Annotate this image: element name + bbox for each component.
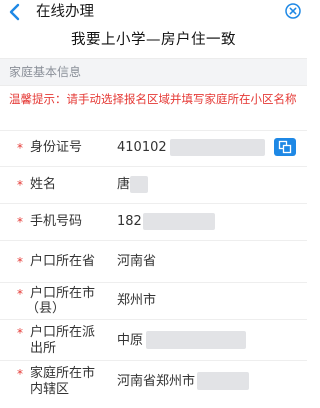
- home-district-value[interactable]: 河南省郑州市: [117, 374, 195, 389]
- copy-icon: [278, 140, 292, 154]
- form-row-hukou-city[interactable]: * 户口所在市 （县） 郑州市: [0, 283, 307, 319]
- close-circle-icon[interactable]: [285, 3, 301, 19]
- required-mark: *: [17, 178, 23, 192]
- chevron-left-icon[interactable]: [7, 3, 23, 21]
- home-district-label-line1: 家庭所在市: [30, 366, 96, 381]
- redacted-area: [143, 213, 215, 230]
- hukou-province-label: 户口所在省: [30, 254, 96, 269]
- hukou-province-value[interactable]: 河南省: [117, 254, 156, 269]
- required-mark: *: [17, 215, 23, 229]
- hukou-city-value[interactable]: 郑州市: [117, 293, 156, 308]
- form-row-hukou-station[interactable]: * 户口所在派 出所 中原: [0, 320, 307, 360]
- required-mark: *: [17, 287, 23, 301]
- form-row-id-number[interactable]: * 身份证号 410102: [0, 131, 307, 166]
- form-row-name[interactable]: * 姓名 唐: [0, 167, 307, 203]
- redacted-area: [130, 176, 148, 193]
- required-mark: *: [17, 367, 23, 381]
- hukou-city-label-line1: 户口所在市: [30, 286, 96, 301]
- required-mark: *: [17, 326, 23, 340]
- section-title: 家庭基本信息: [9, 65, 82, 79]
- name-value[interactable]: 唐: [117, 177, 130, 192]
- form-row-hukou-province[interactable]: * 户口所在省 河南省: [0, 241, 307, 282]
- redacted-area: [146, 331, 246, 349]
- hukou-station-label-line2: 出所: [30, 341, 57, 356]
- page-title: 我要上小学—房户住一致: [71, 32, 236, 48]
- id-number-label: 身份证号: [30, 140, 83, 155]
- phone-value[interactable]: 182: [117, 214, 142, 229]
- required-mark: *: [17, 141, 23, 155]
- notice-text: 温馨提示：请手动选择报名区域并填写家庭所在小区名称: [9, 92, 297, 106]
- name-label: 姓名: [30, 177, 57, 192]
- form-row-home-district[interactable]: * 家庭所在市 内辖区 河南省郑州市: [0, 361, 307, 401]
- phone-label: 手机号码: [30, 214, 83, 229]
- section-header: 家庭基本信息: [0, 58, 307, 86]
- form-row-phone[interactable]: * 手机号码 182: [0, 204, 307, 240]
- redacted-area: [197, 372, 249, 390]
- hukou-city-label-line2: （县）: [26, 301, 66, 316]
- app-bar-title: 在线办理: [36, 4, 94, 20]
- hukou-station-value[interactable]: 中原: [117, 333, 143, 348]
- required-mark: *: [17, 255, 23, 269]
- copy-button[interactable]: [274, 138, 296, 156]
- home-district-label-line2: 内辖区: [30, 382, 70, 397]
- id-number-value[interactable]: 410102: [117, 140, 167, 155]
- hukou-station-label-line1: 户口所在派: [30, 325, 96, 340]
- app-bar: 在线办理: [0, 0, 307, 24]
- redacted-area: [170, 139, 265, 156]
